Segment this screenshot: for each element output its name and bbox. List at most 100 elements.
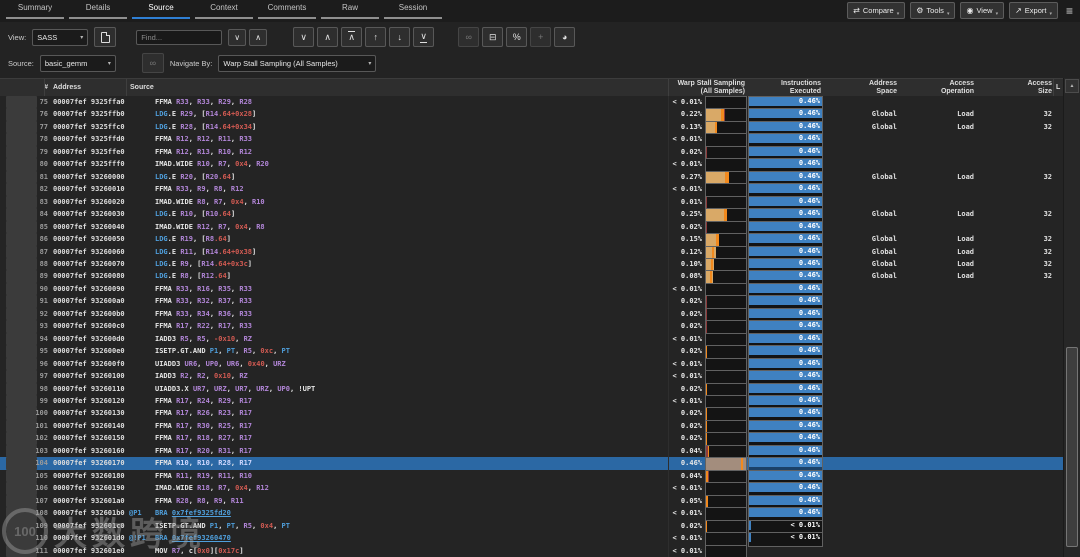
table-row[interactable]: 91 00007fef 932600a0 FFMA R33, R32, R37, R… <box>0 295 1064 310</box>
source-cell: IADD3 R2, R2, 0x10, RZ <box>155 372 248 381</box>
percent-toggle-button[interactable]: % <box>506 27 528 47</box>
table-row[interactable]: 101 00007fef 93260140 FFMA R17, R30, R25, … <box>0 419 1064 435</box>
table-row[interactable]: 85 00007fef 93260040 IMAD.WIDE R12, R7, 0x… <box>0 220 1064 236</box>
table-row[interactable]: 98 00007fef 93260110 UIADD3.X UR7, URZ, UR… <box>0 382 1064 397</box>
tab-summary[interactable]: Summary <box>6 0 64 22</box>
prev-sample-button[interactable]: ↑ <box>365 27 387 47</box>
col-header-live-registers[interactable]: L <box>1056 79 1060 97</box>
source-cell: BRA 0x7fef9325fd20 <box>155 509 231 518</box>
warp-stall-value: < 0.01% <box>672 359 702 368</box>
table-row[interactable]: 94 00007fef 932600d0 IADD3 R5, R5, -0x10, … <box>0 332 1064 348</box>
table-row[interactable]: 95 00007fef 932600e0 ISETP.GT.AND P1, PT, … <box>0 345 1064 360</box>
table-row[interactable]: 96 00007fef 932600f0 UIADD3 UR6, UP0, UR6,… <box>0 357 1064 373</box>
address-cell: 00007fef 93260190 <box>53 484 125 493</box>
chevron-down-icon: ▾ <box>946 11 950 17</box>
table-row[interactable]: 77 00007fef 9325ffc0 LDG.E R28, [R14.64+0x… <box>0 120 1064 136</box>
tab-comments[interactable]: Comments <box>258 0 316 22</box>
table-row[interactable]: 89 00007fef 93260080 LDG.E R8, [R12.64] 0.0… <box>0 270 1064 285</box>
navigate-toolbar: Source: basic_gemm ▾ ∞ Navigate By: Warp … <box>0 50 1080 76</box>
find-next-button[interactable]: ∨ <box>228 28 247 46</box>
view-button[interactable]: ◉ View ▾ <box>960 2 1005 19</box>
collapse-button[interactable]: ⊟ <box>482 27 504 47</box>
scroll-down-button[interactable]: ∨ <box>293 27 315 47</box>
table-row[interactable]: 76 00007fef 9325ffb0 LDG.E R29, [R14.64+0x… <box>0 108 1064 123</box>
find-input[interactable] <box>136 29 223 45</box>
tab-context[interactable]: Context <box>195 0 253 22</box>
table-row[interactable]: 90 00007fef 93260090 FFMA R33, R16, R35, R… <box>0 282 1064 298</box>
table-row[interactable]: 107 00007fef 932601a0 FFMA R28, R8, R9, R1… <box>0 494 1064 510</box>
navigate-by-select[interactable]: Warp Stall Sampling (All Samples) ▾ <box>218 54 377 72</box>
source-cell: UIADD3 UR6, UP0, UR6, 0x40, URZ <box>155 359 286 368</box>
chevron-down-icon: ▾ <box>107 60 111 67</box>
table-row[interactable]: 103 00007fef 93260160 FFMA R17, R20, R31, … <box>0 444 1064 460</box>
access-operation-cell: Load <box>957 122 974 131</box>
find-prev-button[interactable]: ∧ <box>249 28 268 46</box>
table-row[interactable]: 75 00007fef 9325ffa0 FFMA R33, R33, R29, R… <box>0 96 1064 111</box>
compare-button[interactable]: ⇄ Compare ▾ <box>847 2 906 19</box>
table-row[interactable]: 100 00007fef 93260130 FFMA R17, R26, R23, … <box>0 407 1064 422</box>
next-sample-button[interactable]: ↓ <box>389 27 411 47</box>
table-row[interactable]: 105 00007fef 93260180 FFMA R11, R19, R11, … <box>0 469 1064 485</box>
scroll-up-button[interactable]: ∧ <box>317 27 339 47</box>
warp-stall-value: 0.02% <box>680 222 702 231</box>
table-row[interactable]: 106 00007fef 93260190 IMAD.WIDE R18, R7, 0… <box>0 482 1064 497</box>
table-row[interactable]: 111 00007fef 932601e0 MOV R7, c[0x0][0x17c… <box>0 544 1064 557</box>
table-row[interactable]: 86 00007fef 93260050 LDG.E R19, [R8.64] 0.1… <box>0 233 1064 248</box>
tab-details[interactable]: Details <box>69 0 127 22</box>
source-file-select[interactable]: basic_gemm ▾ <box>39 54 116 72</box>
col-header-source[interactable]: Source <box>130 79 154 97</box>
tab-session[interactable]: Session <box>384 0 442 22</box>
table-row[interactable]: 93 00007fef 932600c0 FFMA R17, R22, R17, R… <box>0 320 1064 335</box>
tab-source[interactable]: Source <box>132 0 190 22</box>
link-navigate-button[interactable]: ∞ <box>141 53 164 73</box>
page-icon <box>100 31 110 43</box>
jump-to-bottom-button[interactable]: ∨ <box>413 27 435 47</box>
copy-source-button[interactable] <box>94 27 117 47</box>
col-header-access-size[interactable]: Access Size <box>952 79 1052 97</box>
column-divider <box>668 96 669 557</box>
address-cell: 00007fef 932601e0 <box>53 546 125 555</box>
line-number: 91 <box>39 297 48 306</box>
access-size-cell: 32 <box>1043 122 1052 131</box>
tab-label: Session <box>398 3 428 12</box>
table-row[interactable]: 83 00007fef 93260020 IMAD.WIDE R8, R7, 0x4… <box>0 195 1064 211</box>
source-table-body: 75 00007fef 9325ffa0 FFMA R33, R33, R29, R… <box>0 96 1064 557</box>
table-row[interactable]: 104 00007fef 93260170 FFMA R10, R10, R28, … <box>0 457 1064 472</box>
vertical-scrollbar[interactable]: ▲ <box>1063 78 1080 557</box>
tools-button[interactable]: ⚙ Tools ▾ <box>910 2 956 19</box>
table-row[interactable]: 82 00007fef 93260010 FFMA R33, R9, R8, R12… <box>0 183 1064 198</box>
tab-raw[interactable]: Raw <box>321 0 379 22</box>
line-number: 111 <box>35 546 48 555</box>
scrollbar-thumb[interactable] <box>1066 347 1078 547</box>
pie-chart-button[interactable]: ◕ <box>554 27 576 47</box>
table-row[interactable]: 92 00007fef 932600b0 FFMA R33, R34, R36, R… <box>0 307 1064 323</box>
table-row[interactable]: 84 00007fef 93260030 LDG.E R10, [R10.64] 0.… <box>0 208 1064 223</box>
address-cell: 00007fef 932600b0 <box>53 309 125 318</box>
table-row[interactable]: 109 00007fef 932601c0 ISETP.GT.AND P1, PT,… <box>0 519 1064 535</box>
table-row[interactable]: 79 00007fef 9325ffe0 FFMA R12, R13, R10, R… <box>0 145 1064 161</box>
table-row[interactable]: 110 00007fef 932601d0 @!P1 BRA 0x7fef932604… <box>0 532 1064 547</box>
table-row[interactable]: 81 00007fef 93260000 LDG.E R20, [R20.64] 0.… <box>0 170 1064 186</box>
table-row[interactable]: 102 00007fef 93260150 FFMA R17, R18, R27, … <box>0 432 1064 447</box>
view-select[interactable]: SASS ▾ <box>32 28 89 46</box>
table-row[interactable]: 88 00007fef 93260070 LDG.E R9, [R14.64+0x3… <box>0 257 1064 273</box>
table-row[interactable]: 87 00007fef 93260060 LDG.E R11, [R14.64+0x… <box>0 245 1064 260</box>
table-row[interactable]: 80 00007fef 9325fff0 IMAD.WIDE R10, R7, 0x… <box>0 158 1064 173</box>
table-row[interactable]: 97 00007fef 93260100 IADD3 R2, R2, 0x10, R… <box>0 370 1064 385</box>
table-row[interactable]: 78 00007fef 9325ffd0 FFMA R12, R12, R11, R… <box>0 133 1064 148</box>
table-row[interactable]: 108 00007fef 932601b0 @P1 BRA 0x7fef9325fd2… <box>0 507 1064 522</box>
jump-to-top-button[interactable]: ∧ <box>341 27 363 47</box>
expand-button[interactable]: + <box>530 27 552 47</box>
table-row[interactable]: 99 00007fef 93260120 FFMA R17, R24, R29, R… <box>0 395 1064 410</box>
line-number: 88 <box>39 259 48 268</box>
warp-stall-value: 0.22% <box>680 110 702 119</box>
scrollbar-up-button[interactable]: ▲ <box>1065 79 1079 93</box>
link-views-button[interactable]: ∞ <box>458 27 480 47</box>
export-button[interactable]: ↗ Export ▾ <box>1009 2 1058 19</box>
col-header-address[interactable]: Address <box>53 79 81 97</box>
menu-icon[interactable]: ≡ <box>1063 4 1076 18</box>
line-number: 106 <box>35 484 48 493</box>
col-header-line-number[interactable]: # <box>30 79 48 97</box>
source-cell: LDG.E R28, [R14.64+0x34] <box>155 122 257 131</box>
nsight-compute-source-page: Summary Details Source Context Comments Raw Se… <box>0 0 1080 557</box>
